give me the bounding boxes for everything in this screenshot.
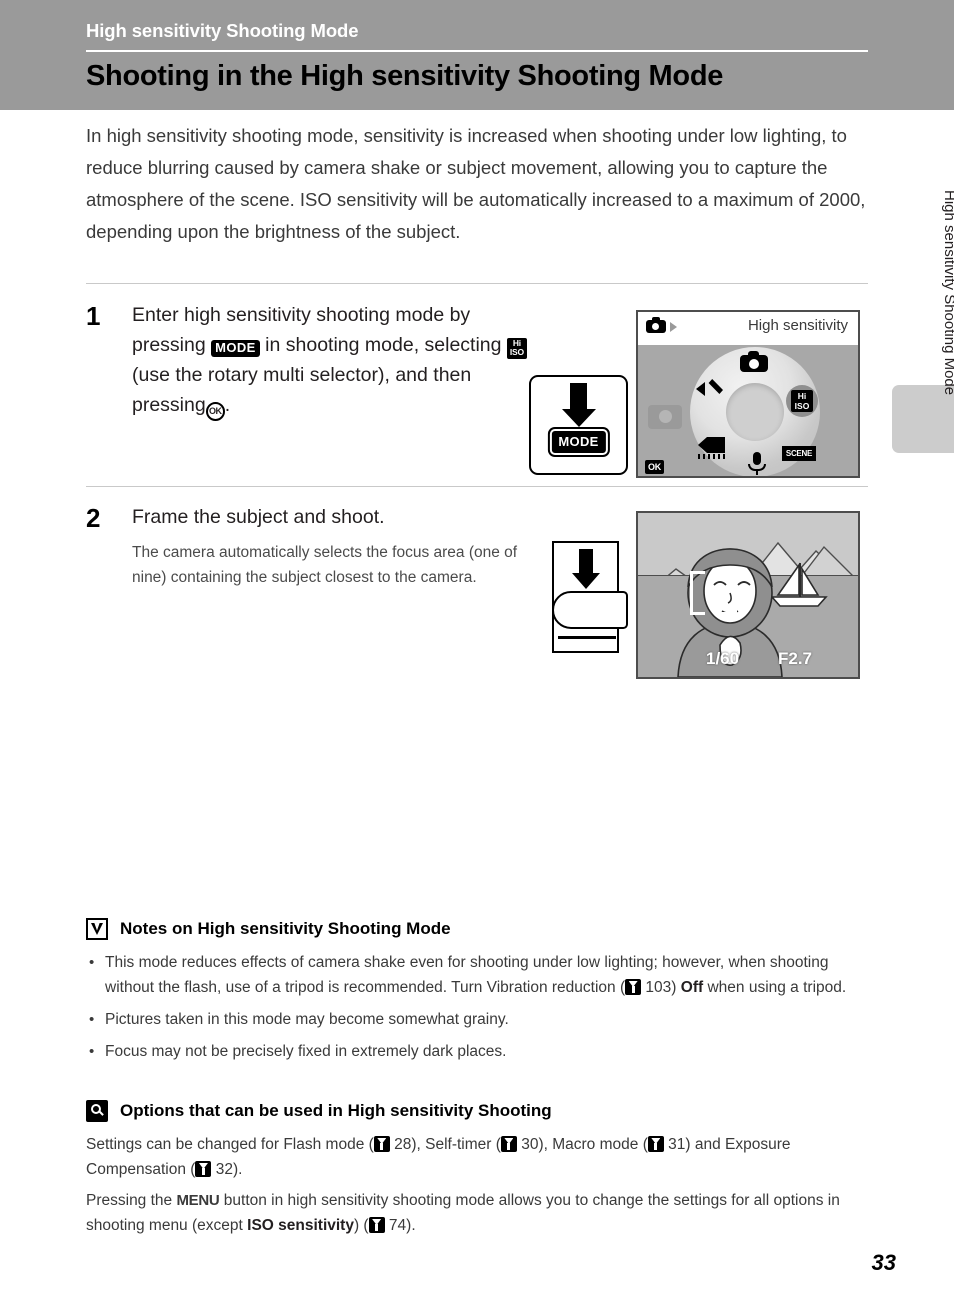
dial-icon-hi-iso[interactable]: Hi ISO: [786, 385, 818, 417]
tip-icon: [86, 1100, 108, 1122]
intro-paragraph: In high sensitivity shooting mode, sensi…: [86, 125, 866, 242]
opt-text-c: ), Macro mode (: [538, 1136, 648, 1153]
step-1-text-part2: in shooting mode, selecting: [265, 334, 502, 356]
opt2-text-d: ).: [406, 1217, 416, 1234]
ok-button-icon: OK: [205, 402, 225, 421]
dial-icon-scene[interactable]: SCENE: [781, 446, 816, 461]
header-kicker: High sensitivity Shooting Mode: [86, 20, 359, 41]
opt-ref-2: 30: [521, 1136, 539, 1153]
options-paragraph-1: Settings can be changed for Flash mode (…: [86, 1132, 876, 1182]
camera-mode-icon: [646, 317, 666, 333]
options-title: Options that can be used in High sensiti…: [120, 1101, 552, 1120]
dial-icon-movie[interactable]: [698, 437, 725, 459]
notes-heading: Notes on High sensitivity Shooting Mode: [86, 918, 876, 940]
step-2-number: 2: [86, 503, 101, 533]
page-ref-icon: [647, 1136, 664, 1152]
camera-mode-label: High sensitivity: [747, 317, 848, 334]
note-1-ref: 103: [645, 979, 672, 996]
page-title: Shooting in the High sensitivity Shootin…: [86, 60, 724, 92]
note-1-text-b: ): [671, 979, 681, 996]
page-ref-icon: [368, 1217, 385, 1233]
dial-icon-camera[interactable]: [740, 351, 768, 372]
rule-above-step-1: [86, 283, 868, 284]
figure-press-shutter: [552, 541, 628, 653]
ghost-camera-icon: [648, 405, 682, 429]
down-arrow-icon: [561, 383, 596, 427]
page-content: In high sensitivity shooting mode, sensi…: [86, 120, 868, 248]
note-1-text-c: when using a tripod.: [703, 979, 847, 996]
step-1-text: Enter high sensitivity shooting mode by …: [132, 300, 532, 421]
page-ref-icon: [625, 979, 642, 995]
page-ref-icon: [195, 1161, 212, 1177]
screen-body: OK Hi ISO SCENE: [638, 345, 858, 476]
scene-preview-screen: 1/60 F2.7: [636, 511, 860, 679]
press-mode-illustration: MODE: [529, 375, 628, 475]
step-1-text-part3: (use the rotary multi selector), and the…: [132, 364, 472, 416]
caution-icon: [86, 918, 108, 940]
header-divider: [86, 50, 868, 52]
notes-section: Notes on High sensitivity Shooting Mode …: [86, 918, 876, 1071]
note-bullet-2: Pictures taken in this mode may become s…: [86, 1007, 876, 1032]
figure-camera-screen: High sensitivity OK Hi ISO SCENE: [636, 310, 860, 478]
dial-icon-setup[interactable]: [696, 379, 723, 399]
opt-ref-3: 31: [668, 1136, 686, 1153]
finger-icon: [552, 591, 628, 629]
focus-bracket-left: [690, 571, 705, 615]
shutter-speed-readout: 1/60: [706, 649, 740, 668]
note-1-bold: Off: [680, 979, 704, 996]
opt2-bold-term: ISO sensitivity: [247, 1217, 354, 1234]
notes-title: Notes on High sensitivity Shooting Mode: [120, 919, 451, 938]
step-2-description: The camera automatically selects the foc…: [132, 544, 518, 586]
press-shutter-illustration: [552, 541, 628, 653]
opt-text-a: Settings can be changed for Flash mode (: [86, 1136, 374, 1153]
dial-icon-microphone[interactable]: [748, 452, 766, 475]
menu-button-icon: MENU: [176, 1192, 220, 1209]
options-heading: Options that can be used in High sensiti…: [86, 1100, 876, 1122]
shutter-button-line: [558, 636, 616, 639]
aperture-readout: F2.7: [778, 649, 813, 668]
step-1-number: 1: [86, 301, 101, 331]
opt-ref-5: 74: [388, 1217, 407, 1234]
opt-text-e: ).: [232, 1161, 243, 1178]
ok-badge: OK: [645, 460, 664, 474]
dial-center[interactable]: [726, 383, 784, 441]
figure-scene-screen: 1/60 F2.7: [636, 511, 860, 679]
opt-ref-1: 28: [394, 1136, 412, 1153]
rotary-dial[interactable]: Hi ISO SCENE: [690, 347, 820, 476]
page-ref-icon: [500, 1136, 517, 1152]
rule-between-steps: [86, 486, 868, 487]
page-header-band: [0, 0, 954, 110]
opt2-text-c: ) (: [353, 1217, 369, 1234]
opt-ref-4: 32: [215, 1161, 233, 1178]
chevron-right-icon: [670, 322, 677, 332]
page-number: 33: [871, 1250, 896, 1275]
mode-button-graphic: MODE: [549, 429, 608, 455]
figure-press-mode: MODE: [529, 375, 628, 475]
opt2-text-a: Pressing the: [86, 1192, 173, 1209]
notes-bullet-list: This mode reduces effects of camera shak…: [86, 950, 876, 1064]
note-bullet-1: This mode reduces effects of camera shak…: [86, 950, 876, 1000]
step-1-text-part4: .: [224, 394, 231, 416]
page-ref-icon: [373, 1136, 390, 1152]
opt-text-b: ), Self-timer (: [411, 1136, 501, 1153]
hi-iso-icon: Hi ISO: [506, 337, 527, 359]
mode-button-icon: MODE: [211, 340, 260, 357]
camera-mode-screen: High sensitivity OK Hi ISO SCENE: [636, 310, 860, 478]
options-section: Options that can be used in High sensiti…: [86, 1100, 876, 1244]
step-2-heading: Frame the subject and shoot.: [132, 506, 385, 528]
down-arrow-icon: [571, 549, 600, 589]
note-bullet-3: Focus may not be precisely fixed in extr…: [86, 1039, 876, 1064]
focus-bracket-right: [722, 571, 737, 615]
options-paragraph-2: Pressing the MENU button in high sensiti…: [86, 1188, 876, 1238]
section-tab-label: High sensitivity Shooting Mode: [941, 190, 954, 396]
